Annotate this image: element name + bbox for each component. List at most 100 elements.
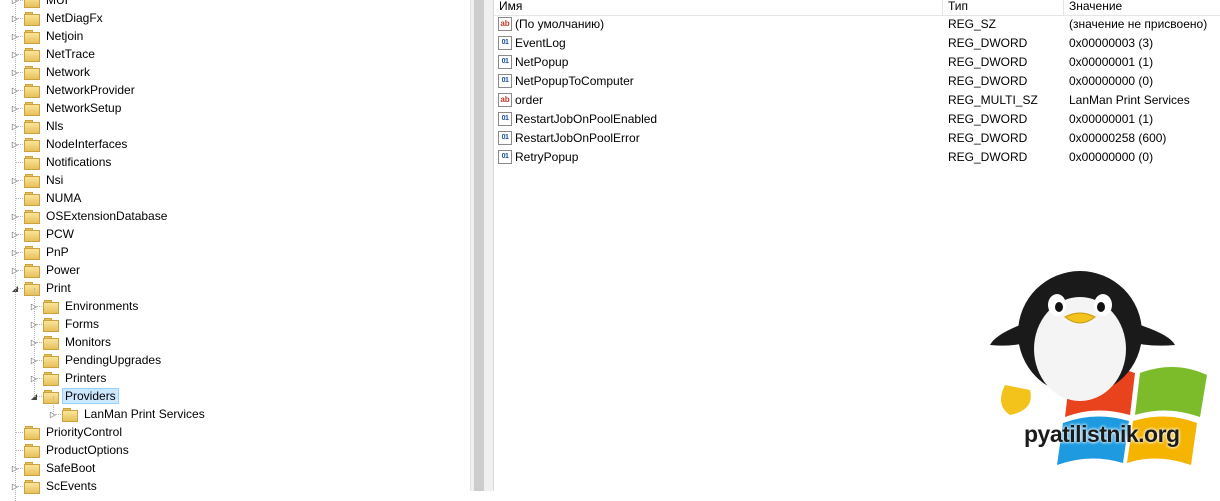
binary-value-icon: 01 <box>498 55 512 69</box>
folder-icon <box>24 29 40 44</box>
binary-value-icon: 01 <box>498 112 512 126</box>
folder-icon <box>43 317 59 332</box>
tree-node[interactable]: ▷ NodeInterfaces <box>10 135 130 153</box>
tree-node-label[interactable]: OSExtensionDatabase <box>43 208 170 224</box>
watermark-text: pyatilistnik.org <box>1024 421 1180 447</box>
folder-icon <box>24 461 40 476</box>
tree-node-label[interactable]: PriorityControl <box>43 424 125 440</box>
tree-node-label[interactable]: MUI <box>43 0 71 8</box>
folder-icon <box>24 137 40 152</box>
value-row[interactable]: 01 NetPopup REG_DWORD 0x00000001 (1) <box>494 53 1220 72</box>
tree-node-label[interactable]: LanMan Print Services <box>81 406 208 422</box>
tree-node[interactable]: ▷ NetTrace <box>10 45 98 63</box>
tree-node-label[interactable]: Notifications <box>43 154 114 170</box>
value-type: REG_DWORD <box>948 150 1028 164</box>
folder-icon <box>24 65 40 80</box>
tree-node-label[interactable]: PendingUpgrades <box>62 352 164 368</box>
tree-node-label[interactable]: Printers <box>62 370 109 386</box>
binary-value-icon: 01 <box>498 74 512 88</box>
tree-node-label[interactable]: ProductOptions <box>43 442 132 458</box>
value-data: LanMan Print Services <box>1069 93 1190 107</box>
registry-tree[interactable]: ▷ MUI ▷ NetDiagFx ▷ Netjoin ▷ NetTrace ▷ Network ▷… <box>0 0 470 501</box>
string-value-icon: ab <box>498 93 512 107</box>
tree-node-label[interactable]: NetDiagFx <box>43 10 106 26</box>
tree-node[interactable]: ▷ OSExtensionDatabase <box>10 207 170 225</box>
tree-node[interactable]: ▷ LanMan Print Services <box>48 405 208 423</box>
tree-node-label[interactable]: NetworkSetup <box>43 100 124 116</box>
folder-icon <box>43 353 59 368</box>
value-name: (По умолчанию) <box>515 17 605 31</box>
tree-scrollbar[interactable] <box>470 0 488 491</box>
tree-node-label[interactable]: Netjoin <box>43 28 86 44</box>
tree-node-label[interactable]: NetTrace <box>43 46 98 62</box>
value-type: REG_DWORD <box>948 36 1028 50</box>
string-value-icon: ab <box>498 17 512 31</box>
tree-node[interactable]: ▷ ScEvents <box>10 477 100 495</box>
folder-icon <box>62 407 78 422</box>
value-type: REG_DWORD <box>948 55 1028 69</box>
value-row[interactable]: 01 NetPopupToComputer REG_DWORD 0x00000000 … <box>494 72 1220 91</box>
tree-node-label[interactable]: NodeInterfaces <box>43 136 130 152</box>
tree-node[interactable]: ▷ SafeBoot <box>10 459 98 477</box>
folder-icon <box>43 371 59 386</box>
tree-node[interactable]: ▷ MUI <box>10 0 71 9</box>
tree-node-label[interactable]: Nls <box>43 118 66 134</box>
value-name: NetPopup <box>515 55 569 69</box>
tree-node[interactable]: ▷Notifications <box>10 153 114 171</box>
value-type: REG_DWORD <box>948 112 1028 126</box>
tree-node-label[interactable]: Monitors <box>62 334 114 350</box>
folder-icon <box>24 191 40 206</box>
folder-icon <box>24 83 40 98</box>
value-row[interactable]: ab (По умолчанию) REG_SZ (значение не присв… <box>494 15 1220 34</box>
folder-icon <box>24 443 40 458</box>
tree-node[interactable]: ▷ NetDiagFx <box>10 9 106 27</box>
tree-node[interactable]: ▷ProductOptions <box>10 441 132 459</box>
tree-node-label[interactable]: ScEvents <box>43 478 100 494</box>
folder-icon <box>24 101 40 116</box>
tree-node[interactable]: ▷ Environments <box>29 297 141 315</box>
tree-node-label[interactable]: SafeBoot <box>43 460 98 476</box>
folder-icon <box>24 173 40 188</box>
value-data: 0x00000001 (1) <box>1069 112 1154 126</box>
value-row[interactable]: 01 EventLog REG_DWORD 0x00000003 (3) <box>494 34 1220 53</box>
folder-icon <box>24 281 40 296</box>
folder-icon <box>24 0 40 8</box>
column-header-value[interactable]: Значение <box>1064 0 1220 15</box>
value-data: (значение не присвоено) <box>1069 17 1208 31</box>
value-name: EventLog <box>515 36 566 50</box>
folder-icon <box>24 11 40 26</box>
tree-node[interactable]: ▷ PendingUpgrades <box>29 351 164 369</box>
folder-icon <box>24 47 40 62</box>
folder-icon <box>43 389 59 404</box>
tree-node[interactable]: ▷ NetworkProvider <box>10 81 138 99</box>
value-row[interactable]: 01 RestartJobOnPoolEnabled REG_DWORD 0x0000… <box>494 110 1220 129</box>
tree-node-label[interactable]: Environments <box>62 298 141 314</box>
column-header-name[interactable]: Имя <box>494 0 943 15</box>
value-data: 0x00000258 (600) <box>1069 131 1167 145</box>
tree-node[interactable]: ◢ Providers <box>29 387 119 405</box>
column-header-type[interactable]: Тип <box>943 0 1064 15</box>
value-row[interactable]: ab order REG_MULTI_SZ LanMan Print Services <box>494 91 1220 110</box>
tree-node-label[interactable]: Forms <box>62 316 102 332</box>
tree-node-label[interactable]: NUMA <box>43 190 84 206</box>
value-data: 0x00000000 (0) <box>1069 150 1154 164</box>
value-row[interactable]: 01 RestartJobOnPoolError REG_DWORD 0x000002… <box>494 129 1220 148</box>
tree-node[interactable]: ▷PriorityControl <box>10 423 125 441</box>
tree-node-label[interactable]: NetworkProvider <box>43 82 138 98</box>
value-type: REG_SZ <box>948 17 997 31</box>
tree-node-label[interactable]: Print <box>43 280 74 296</box>
tree-node-label[interactable]: Network <box>43 64 93 80</box>
value-data: 0x00000003 (3) <box>1069 36 1154 50</box>
tree-node[interactable]: ▷ NetworkSetup <box>10 99 124 117</box>
folder-icon <box>24 155 40 170</box>
value-row[interactable]: 01 RetryPopup REG_DWORD 0x00000000 (0) <box>494 148 1220 167</box>
tree-node-label[interactable]: PCW <box>43 226 77 242</box>
tree-node-label[interactable]: Providers <box>62 388 119 404</box>
folder-icon <box>24 245 40 260</box>
tree-node-label[interactable]: Power <box>43 262 83 278</box>
tree-node-label[interactable]: Nsi <box>43 172 66 188</box>
tree-scrollbar-thumb[interactable] <box>474 0 484 491</box>
tree-node-label[interactable]: PnP <box>43 244 72 260</box>
folder-icon <box>24 425 40 440</box>
folder-icon <box>24 263 40 278</box>
